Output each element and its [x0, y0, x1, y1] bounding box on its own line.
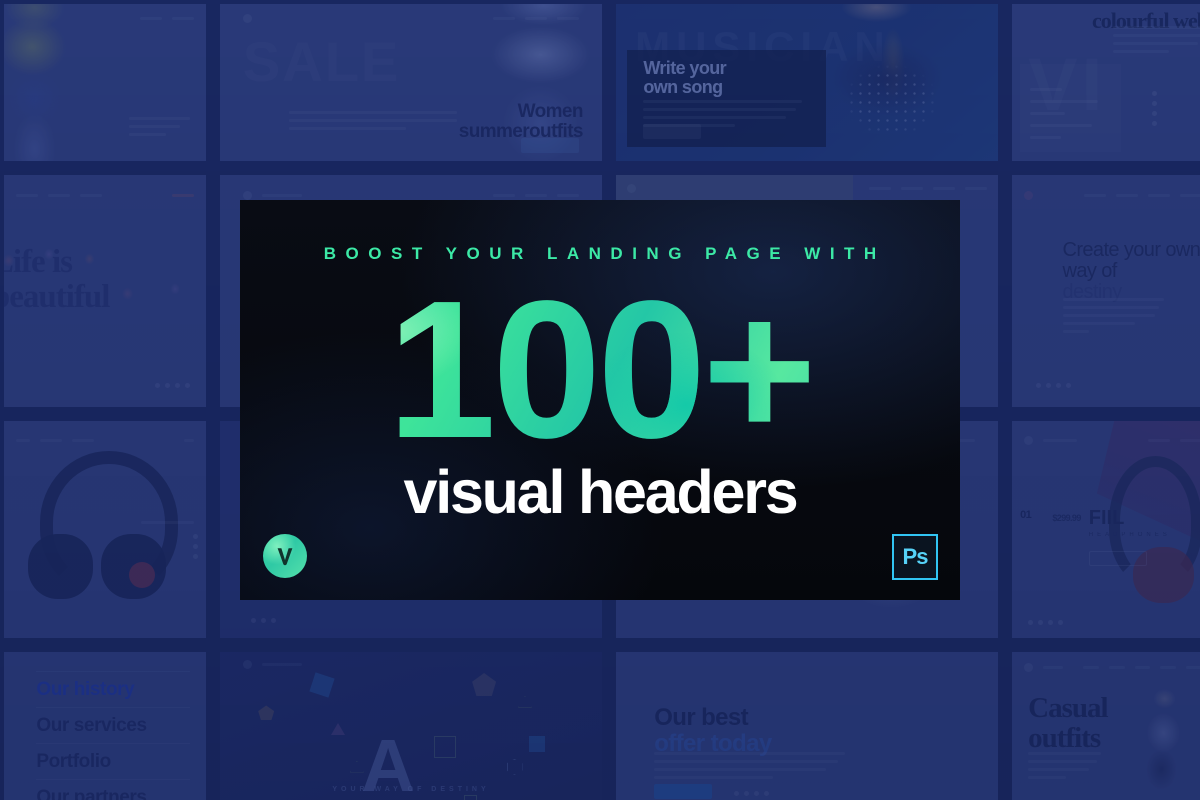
thumbnail-women-summer[interactable]: SALE Women summeroutfits — [216, 0, 606, 165]
thumb-navbar — [16, 436, 194, 444]
thumb-headline: Create your own way of destiny — [1062, 238, 1200, 304]
thumb-body-lines — [1062, 297, 1164, 333]
thumb-navbar — [16, 191, 194, 199]
hero-panel: BOOST YOUR LANDING PAGE WITH 100+ visual… — [240, 200, 960, 600]
thumbnail-headphones-left[interactable] — [0, 417, 210, 642]
thumbnail-colourful-web[interactable]: VI colourful web — [1008, 0, 1200, 165]
thumbnail-life-is-beautiful[interactable]: Life is beautiful — [0, 171, 210, 411]
nav-menu-list: Our history Our services Portfolio Our p… — [36, 671, 190, 800]
thumb-navbar — [1024, 190, 1200, 200]
thumb-navbar — [242, 14, 580, 24]
thumb-body-lines — [1030, 88, 1107, 140]
screenshot-root: SALE Women summeroutfits MUSICIAN Write … — [0, 0, 1200, 800]
thumb-body-lines — [643, 100, 803, 128]
thumb-body-lines — [141, 520, 194, 524]
thumb-navbar — [1024, 662, 1200, 672]
thumb-headline: Casual outfits — [1028, 691, 1108, 755]
hero-headline: 100+ — [240, 272, 960, 468]
thumb-subhead: YOUR WAY OF DESTINY — [332, 786, 490, 794]
menu-item-our-services[interactable]: Our services — [36, 707, 190, 743]
thumbnail-model-yellow-top[interactable] — [0, 0, 210, 165]
thumb-overlay-card: Write your own song — [627, 49, 827, 147]
thumb-body-lines — [1028, 752, 1101, 780]
thumb-subhead: HEADPHONES — [1088, 531, 1171, 538]
thumbnail-best-offer[interactable]: Our best offer today — [612, 648, 1002, 800]
v-logo-icon — [277, 548, 293, 566]
thumb-navbar — [1024, 435, 1200, 445]
casual-photo — [1137, 687, 1190, 795]
thumb-body-lines — [288, 110, 457, 130]
thumb-index: 01 — [1020, 508, 1032, 521]
thumb-ghost-word: SALE — [242, 30, 401, 94]
menu-item-our-partners[interactable]: Our partners — [36, 779, 190, 800]
model-photo — [4, 4, 89, 161]
thumb-body-lines — [1113, 25, 1200, 53]
hero-subline: visual headers — [403, 458, 798, 526]
thumb-navbar — [242, 659, 579, 669]
thumb-body-lines — [129, 116, 190, 136]
thumbnail-site-menu[interactable]: Our history Our services Portfolio Our p… — [0, 648, 210, 800]
thumb-price: $299.99 — [1052, 513, 1081, 524]
photoshop-badge-label: Ps — [902, 544, 929, 569]
thumbnail-way-of-destiny[interactable]: A YOUR WAY OF DESTINY — [216, 648, 606, 800]
thumb-navbar — [627, 183, 987, 193]
thumb-navbar — [16, 15, 194, 23]
thumbnail-casual-outfits[interactable]: Casual outfits — [1008, 648, 1200, 800]
thumb-navbar — [242, 190, 580, 200]
brand-v-logo[interactable] — [263, 534, 307, 578]
thumbnail-create-destiny[interactable]: Create your own way of destiny — [1008, 171, 1200, 411]
photoshop-badge: Ps — [892, 534, 938, 580]
menu-item-our-history[interactable]: Our history — [36, 671, 190, 707]
thumbnail-write-your-song[interactable]: MUSICIAN Write your own song — [612, 0, 1002, 165]
menu-item-portfolio[interactable]: Portfolio — [36, 743, 190, 779]
thumb-headline: Women summeroutfits — [458, 100, 584, 143]
thumb-body-lines — [654, 752, 846, 780]
thumb-headline: FIIL — [1088, 506, 1125, 529]
thumbnail-fiil-headphones[interactable]: 01 $299.99 FIIL HEADPHONES — [1008, 417, 1200, 642]
thumb-headline: Write your own song — [643, 58, 727, 98]
thumb-headline: Our best offer today — [654, 704, 772, 757]
thumb-headline: Life is beautiful — [0, 243, 110, 315]
